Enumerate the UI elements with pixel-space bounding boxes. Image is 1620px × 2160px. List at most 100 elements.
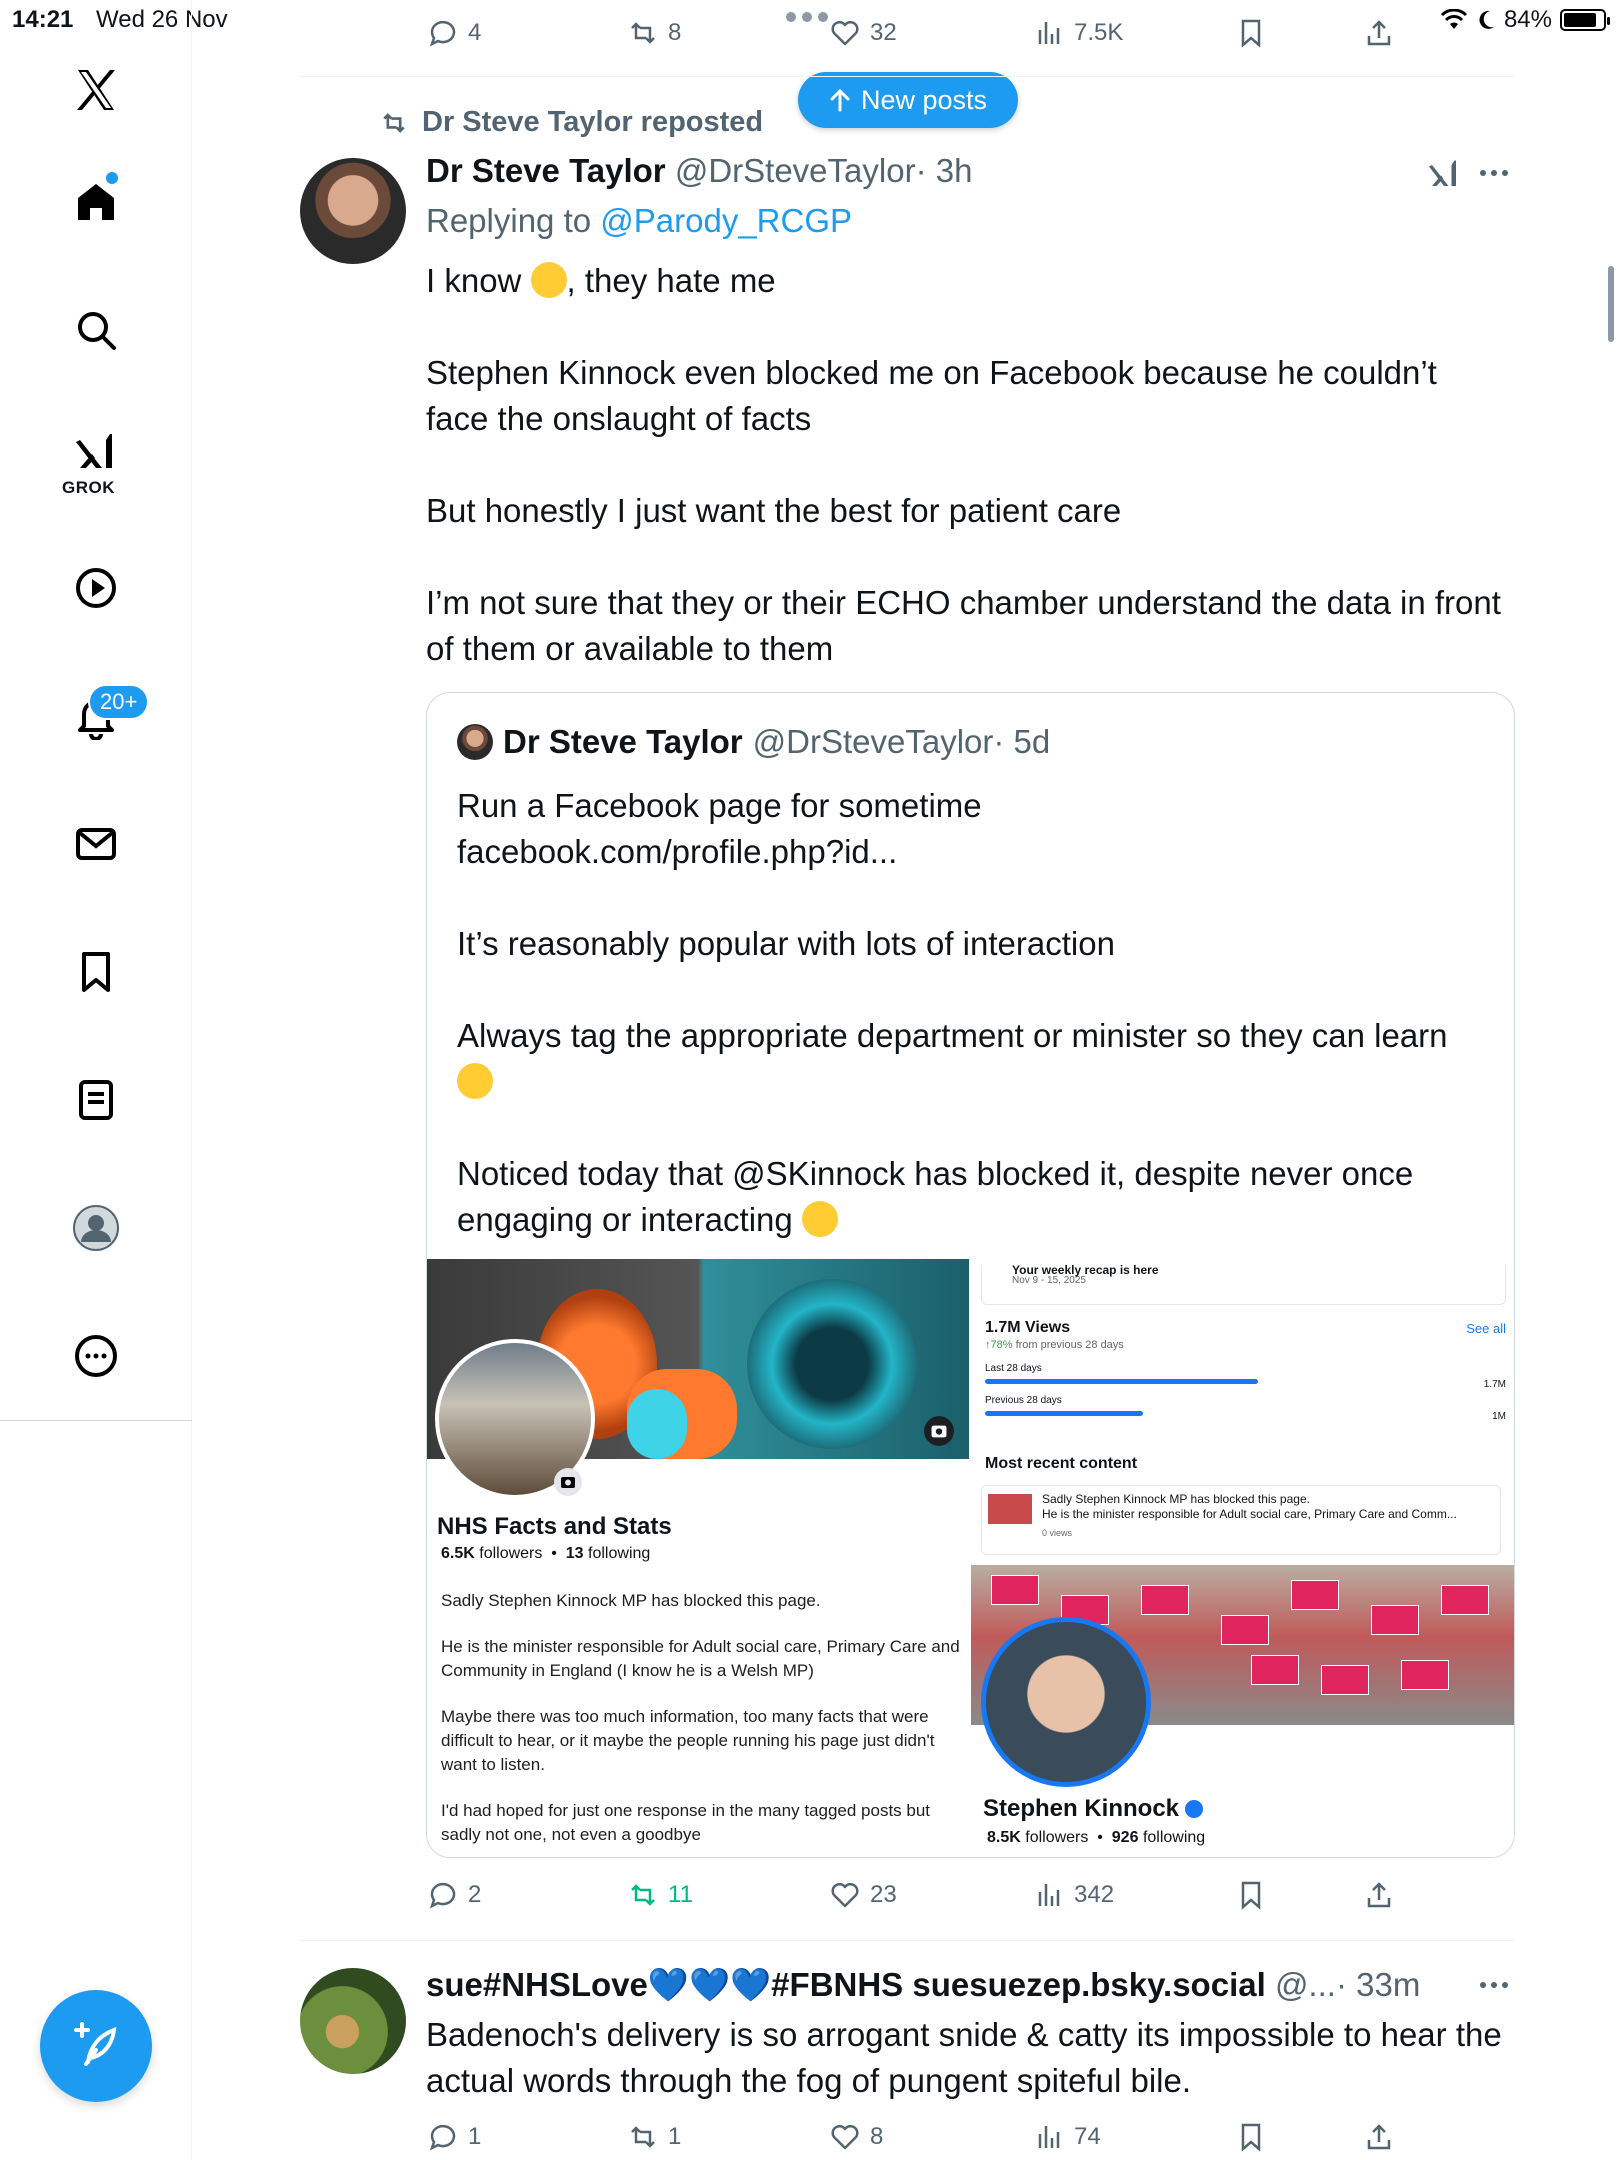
like-button[interactable]: 23: [828, 1878, 897, 1912]
prev-28-bar: [985, 1411, 1144, 1416]
heart-icon: [831, 20, 859, 46]
bookmarks-icon[interactable]: [56, 932, 136, 1012]
repost-button[interactable]: 11: [626, 1878, 693, 1912]
views-count: 74: [1074, 2123, 1101, 2150]
previous-post-actions: 4 8 32 7.5K: [426, 16, 1526, 56]
quote-link[interactable]: facebook.com/profile.php?id...: [457, 833, 897, 870]
views-title: 1.7M Views: [985, 1319, 1071, 1336]
fb-followers-count: 6.5K: [441, 1545, 475, 1562]
reply-button[interactable]: 2: [426, 1878, 481, 1912]
views-button[interactable]: 74: [1032, 2120, 1101, 2154]
reply-button[interactable]: 1: [426, 2120, 481, 2154]
repost-button[interactable]: 1: [626, 2120, 681, 2154]
post-header: Dr Steve Taylor @DrSteveTaylor· 3h: [426, 152, 972, 190]
laughing-emoji-icon: [530, 262, 567, 298]
repost-count: 8: [668, 19, 682, 46]
reply-button[interactable]: 4: [426, 16, 481, 50]
views-button[interactable]: 342: [1032, 1878, 1114, 1912]
like-button[interactable]: 32: [828, 16, 897, 50]
author-handle[interactable]: @DrSteveTaylor: [675, 152, 916, 189]
last-28-value: 1.7M: [1483, 1379, 1506, 1390]
kinnock-name: Stephen Kinnock: [983, 1795, 1204, 1823]
post-text-line1b: , they hate me: [566, 262, 776, 299]
quote-para2: It’s reasonably popular with lots of int…: [457, 925, 1115, 962]
like-button[interactable]: 8: [828, 2120, 883, 2154]
lists-icon[interactable]: [56, 1060, 136, 1140]
facebook-page-screenshot[interactable]: NHS Facts and Stats 6.5K followers • 13 …: [427, 1259, 969, 1857]
repost-button[interactable]: 8: [626, 16, 681, 50]
prev-28-value: 1M: [1492, 1411, 1506, 1422]
home-unread-dot: [106, 172, 118, 184]
fb-post-text: Sadly Stephen Kinnock MP has blocked thi…: [441, 1589, 961, 1857]
arrow-up-icon: [830, 88, 850, 112]
post-time[interactable]: · 3h: [916, 152, 973, 189]
home-icon[interactable]: [56, 162, 136, 242]
video-icon[interactable]: [56, 548, 136, 628]
author-handle[interactable]: @...: [1275, 1966, 1336, 2003]
post-divider: [300, 76, 1515, 77]
cover-camera-icon: [924, 1416, 954, 1446]
post-time[interactable]: · 33m: [1336, 1966, 1420, 2003]
compose-feather-icon: [74, 2022, 117, 2066]
views-chart-icon: [1038, 2126, 1060, 2148]
replying-to: Replying to @Parody_RCGP: [426, 202, 852, 240]
bookmark-button[interactable]: [1234, 16, 1268, 50]
like-count: 23: [870, 1881, 897, 1908]
post-more-options-icon[interactable]: [1480, 170, 1508, 176]
more-options-icon[interactable]: [56, 1316, 136, 1396]
new-posts-button[interactable]: New posts: [798, 72, 1018, 128]
recent-line1: Sadly Stephen Kinnock MP has blocked thi…: [1042, 1492, 1310, 1506]
profile-avatar-icon[interactable]: [56, 1188, 136, 1268]
recap-card: Your weekly recap is here Nov 9 - 15, 20…: [981, 1263, 1506, 1305]
compose-post-button[interactable]: [40, 1990, 152, 2102]
prev-28-label: Previous 28 days: [985, 1395, 1062, 1406]
quote-para4: Noticed today that @SKinnock has blocked…: [457, 1155, 1414, 1238]
share-icon: [1367, 20, 1391, 46]
grok-label: GROK: [62, 478, 115, 497]
sidebar: GROK 20+: [0, 0, 192, 2160]
scrollbar-thumb[interactable]: [1608, 266, 1614, 342]
post-text-line1a: I know: [426, 262, 531, 299]
repost-count: 1: [668, 2123, 682, 2150]
grok-explain-icon[interactable]: [1426, 156, 1462, 192]
notifications-badge: 20+: [88, 684, 150, 720]
post-actions: 1 1 8 74: [426, 2120, 1526, 2160]
author-name[interactable]: sue#NHSLove💙💙💙#FBNHS suesuezep.bsky.soci…: [426, 1966, 1266, 2003]
author-avatar[interactable]: [300, 1968, 406, 2074]
bookmark-button[interactable]: [1234, 2120, 1268, 2154]
kinnock-stats: 8.5K followers • 926 following: [987, 1829, 1206, 1846]
share-button[interactable]: [1362, 2120, 1396, 2154]
verified-badge-icon: [1185, 1800, 1204, 1818]
share-button[interactable]: [1362, 1878, 1396, 1912]
replying-prefix: Replying to: [426, 202, 601, 239]
like-count: 8: [870, 2123, 884, 2150]
quoted-post-card[interactable]: Dr Steve Taylor @DrSteveTaylor · 5d Run a…: [426, 692, 1515, 1858]
author-avatar[interactable]: [300, 158, 406, 264]
post-text-para2: Stephen Kinnock even blocked me on Faceb…: [426, 354, 1437, 437]
quote-header: Dr Steve Taylor @DrSteveTaylor · 5d: [457, 723, 1050, 761]
reply-count: 1: [468, 2123, 482, 2150]
replying-to-link[interactable]: @Parody_RCGP: [600, 202, 852, 239]
views-button[interactable]: 7.5K: [1032, 16, 1123, 50]
fb-page-stats: 6.5K followers • 13 following: [441, 1545, 651, 1562]
fb-post-p4: I'd had hoped for just one response in t…: [441, 1801, 931, 1844]
search-icon[interactable]: [56, 290, 136, 370]
like-count: 32: [870, 19, 897, 46]
recent-content-card: Sadly Stephen Kinnock MP has blocked thi…: [981, 1485, 1501, 1555]
post-actions: 2 11 23 342: [426, 1878, 1526, 1918]
messages-icon[interactable]: [56, 804, 136, 884]
fb-post-p1: Sadly Stephen Kinnock MP has blocked thi…: [441, 1591, 821, 1610]
recent-thumb: [988, 1494, 1032, 1524]
facebook-insights-screenshot[interactable]: Your weekly recap is here Nov 9 - 15, 20…: [971, 1259, 1514, 1857]
post-body: I know , they hate me Stephen Kinnock ev…: [426, 258, 1506, 672]
share-button[interactable]: [1362, 16, 1396, 50]
post-more-options-icon[interactable]: [1480, 1982, 1508, 1988]
bookmark-button[interactable]: [1234, 1878, 1268, 1912]
reply-count: 4: [468, 19, 482, 46]
quote-author-name: Dr Steve Taylor: [503, 723, 743, 760]
x-logo-icon[interactable]: [56, 50, 136, 130]
last-28-bar: [985, 1379, 1258, 1384]
fb-page-name: NHS Facts and Stats: [437, 1513, 672, 1540]
author-name[interactable]: Dr Steve Taylor: [426, 152, 666, 189]
repost-by-label[interactable]: Dr Steve Taylor reposted: [422, 106, 763, 139]
